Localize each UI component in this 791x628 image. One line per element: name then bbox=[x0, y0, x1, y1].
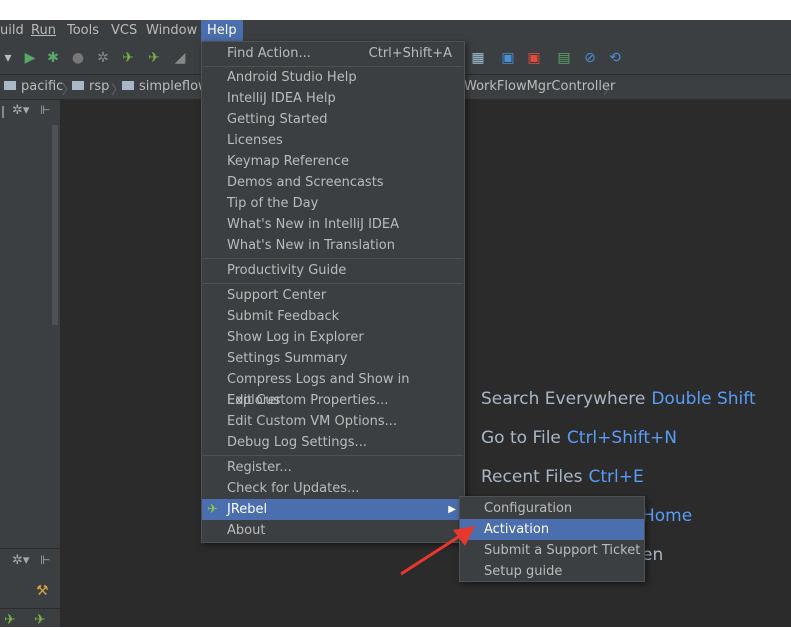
settings-gear-icon[interactable]: ✲▾ bbox=[12, 553, 29, 568]
menu-item-show-log[interactable]: Show Log in Explorer bbox=[202, 327, 464, 348]
submenu-arrow-icon: ▶ bbox=[448, 504, 456, 515]
navigation-bar-hint: Home bbox=[642, 506, 693, 526]
attach-icon[interactable]: ◢ bbox=[172, 50, 188, 66]
submenu-item-support-ticket[interactable]: Submit a Support Ticket bbox=[460, 540, 644, 561]
jrebel-submenu: Configuration Activation Submit a Suppor… bbox=[459, 496, 645, 582]
jrebel-icon[interactable]: ✈ bbox=[34, 612, 46, 628]
panel-divider bbox=[2, 106, 4, 118]
hint-shortcut: Ctrl+E bbox=[588, 467, 644, 487]
wrench-icon[interactable]: ⚒ bbox=[36, 583, 49, 599]
sync-icon[interactable]: ⟲ bbox=[607, 50, 623, 66]
menu-item-check-updates[interactable]: Check for Updates... bbox=[202, 478, 464, 499]
menu-item-licenses[interactable]: Licenses bbox=[202, 130, 464, 151]
breadcrumb-rsp[interactable]: rsp bbox=[72, 79, 109, 94]
menu-item-register[interactable]: Register... bbox=[202, 457, 464, 478]
monitor-icon[interactable]: ▤ bbox=[556, 50, 572, 66]
shortcut-label: Ctrl+Shift+A bbox=[368, 46, 452, 61]
menu-build[interactable]: uild bbox=[0, 23, 24, 38]
jrebel-run-icon[interactable]: ✈ bbox=[120, 50, 136, 66]
submenu-item-configuration[interactable]: Configuration bbox=[460, 498, 644, 519]
menu-tools[interactable]: Tools bbox=[67, 23, 99, 38]
menu-item-tip-of-the-day[interactable]: Tip of the Day bbox=[202, 193, 464, 214]
recent-files-hint: Recent Files Ctrl+E bbox=[481, 467, 644, 487]
arrow-shaft bbox=[400, 532, 464, 576]
collapse-icon[interactable]: ⊩ bbox=[40, 103, 50, 117]
menu-item-getting-started[interactable]: Getting Started bbox=[202, 109, 464, 130]
hint-shortcut: Ctrl+Shift+N bbox=[566, 428, 677, 448]
jrebel-icon[interactable]: ✈ bbox=[4, 612, 16, 628]
breadcrumb-separator: 〉 bbox=[603, 83, 617, 98]
jrebel-icon: ✈ bbox=[207, 502, 218, 517]
menu-item-find-action[interactable]: Find Action... Ctrl+Shift+A bbox=[202, 43, 464, 64]
breadcrumb-simpleflow[interactable]: simpleflow bbox=[122, 79, 209, 94]
menu-item-submit-feedback[interactable]: Submit Feedback bbox=[202, 306, 464, 327]
menu-window[interactable]: Window bbox=[146, 23, 197, 38]
menu-item-jrebel[interactable]: ✈ JRebel ▶ bbox=[202, 499, 464, 520]
menu-item-demos[interactable]: Demos and Screencasts bbox=[202, 172, 464, 193]
submenu-item-activation[interactable]: Activation bbox=[460, 519, 644, 540]
panel-divider bbox=[0, 608, 60, 609]
menu-item-keymap-reference[interactable]: Keymap Reference bbox=[202, 151, 464, 172]
hint-label: Recent Files bbox=[481, 467, 583, 487]
arrow-head bbox=[453, 526, 475, 546]
menu-separator bbox=[203, 283, 463, 284]
stop-icon[interactable]: ⊘ bbox=[582, 50, 598, 66]
hint-shortcut: Double Shift bbox=[651, 389, 756, 409]
menu-item-edit-custom-vm-options[interactable]: Edit Custom VM Options... bbox=[202, 411, 464, 432]
menu-separator bbox=[203, 258, 463, 259]
coverage-icon[interactable]: ✲ bbox=[95, 50, 111, 66]
menu-item-compress-logs[interactable]: Compress Logs and Show in Explorer bbox=[202, 369, 464, 408]
menu-item-edit-custom-properties[interactable]: Edit Custom Properties... bbox=[202, 390, 464, 411]
help-menu: Find Action... Ctrl+Shift+A Android Stud… bbox=[201, 41, 465, 543]
menu-vcs[interactable]: VCS bbox=[111, 23, 137, 38]
menu-help[interactable]: Help bbox=[201, 20, 243, 42]
menu-item-whats-new-idea[interactable]: What's New in IntelliJ IDEA bbox=[202, 214, 464, 235]
folder-icon bbox=[4, 81, 16, 90]
translate-icon[interactable]: ▣ bbox=[500, 50, 516, 66]
menu-bar: uild Run Tools VCS Window Help bbox=[0, 20, 791, 42]
folder-icon bbox=[122, 81, 134, 90]
menu-item-support-center[interactable]: Support Center bbox=[202, 285, 464, 306]
menu-item-whats-new-translation[interactable]: What's New in Translation bbox=[202, 235, 464, 256]
jrebel-debug-icon[interactable]: ✈ bbox=[146, 50, 162, 66]
menu-item-debug-log-settings[interactable]: Debug Log Settings... bbox=[202, 432, 464, 453]
folder-icon bbox=[72, 81, 84, 90]
menu-separator bbox=[203, 455, 463, 456]
drop-files-hint: en bbox=[642, 545, 664, 565]
annotation-arrow bbox=[400, 526, 475, 576]
debug-icon[interactable]: ✱ bbox=[45, 50, 61, 66]
hint-label: Go to File bbox=[481, 428, 561, 448]
search-everywhere-hint: Search Everywhere Double Shift bbox=[481, 389, 756, 409]
settings-gear-icon[interactable]: ✲▾ bbox=[12, 103, 29, 118]
scrollbar[interactable] bbox=[52, 125, 58, 325]
breadcrumb-pacific[interactable]: pacific bbox=[4, 79, 63, 94]
breadcrumb-controller[interactable]: WorkFlowMgrController bbox=[464, 79, 615, 94]
panel-divider bbox=[0, 548, 60, 549]
menu-item-intellij-help[interactable]: IntelliJ IDEA Help bbox=[202, 88, 464, 109]
menu-item-settings-summary[interactable]: Settings Summary bbox=[202, 348, 464, 369]
translate-alt-icon[interactable]: ▣ bbox=[526, 50, 542, 66]
menu-item-productivity-guide[interactable]: Productivity Guide bbox=[202, 260, 464, 281]
hint-label: Search Everywhere bbox=[481, 389, 646, 409]
menu-item-android-studio-help[interactable]: Android Studio Help bbox=[202, 67, 464, 88]
profile-icon[interactable]: ● bbox=[70, 50, 86, 66]
config-dropdown-icon[interactable]: ▾ bbox=[2, 50, 14, 66]
run-icon[interactable]: ▶ bbox=[22, 50, 38, 66]
submenu-item-setup-guide[interactable]: Setup guide bbox=[460, 561, 644, 582]
project-panel: ✲▾ ⊩ ✲▾ ⊩ ⚒ ✈ ✈ bbox=[0, 100, 61, 628]
menu-run[interactable]: Run bbox=[31, 23, 56, 38]
sdk-manager-icon[interactable]: ▦ bbox=[470, 50, 486, 66]
collapse-icon[interactable]: ⊩ bbox=[40, 553, 50, 567]
goto-file-hint: Go to File Ctrl+Shift+N bbox=[481, 428, 677, 448]
